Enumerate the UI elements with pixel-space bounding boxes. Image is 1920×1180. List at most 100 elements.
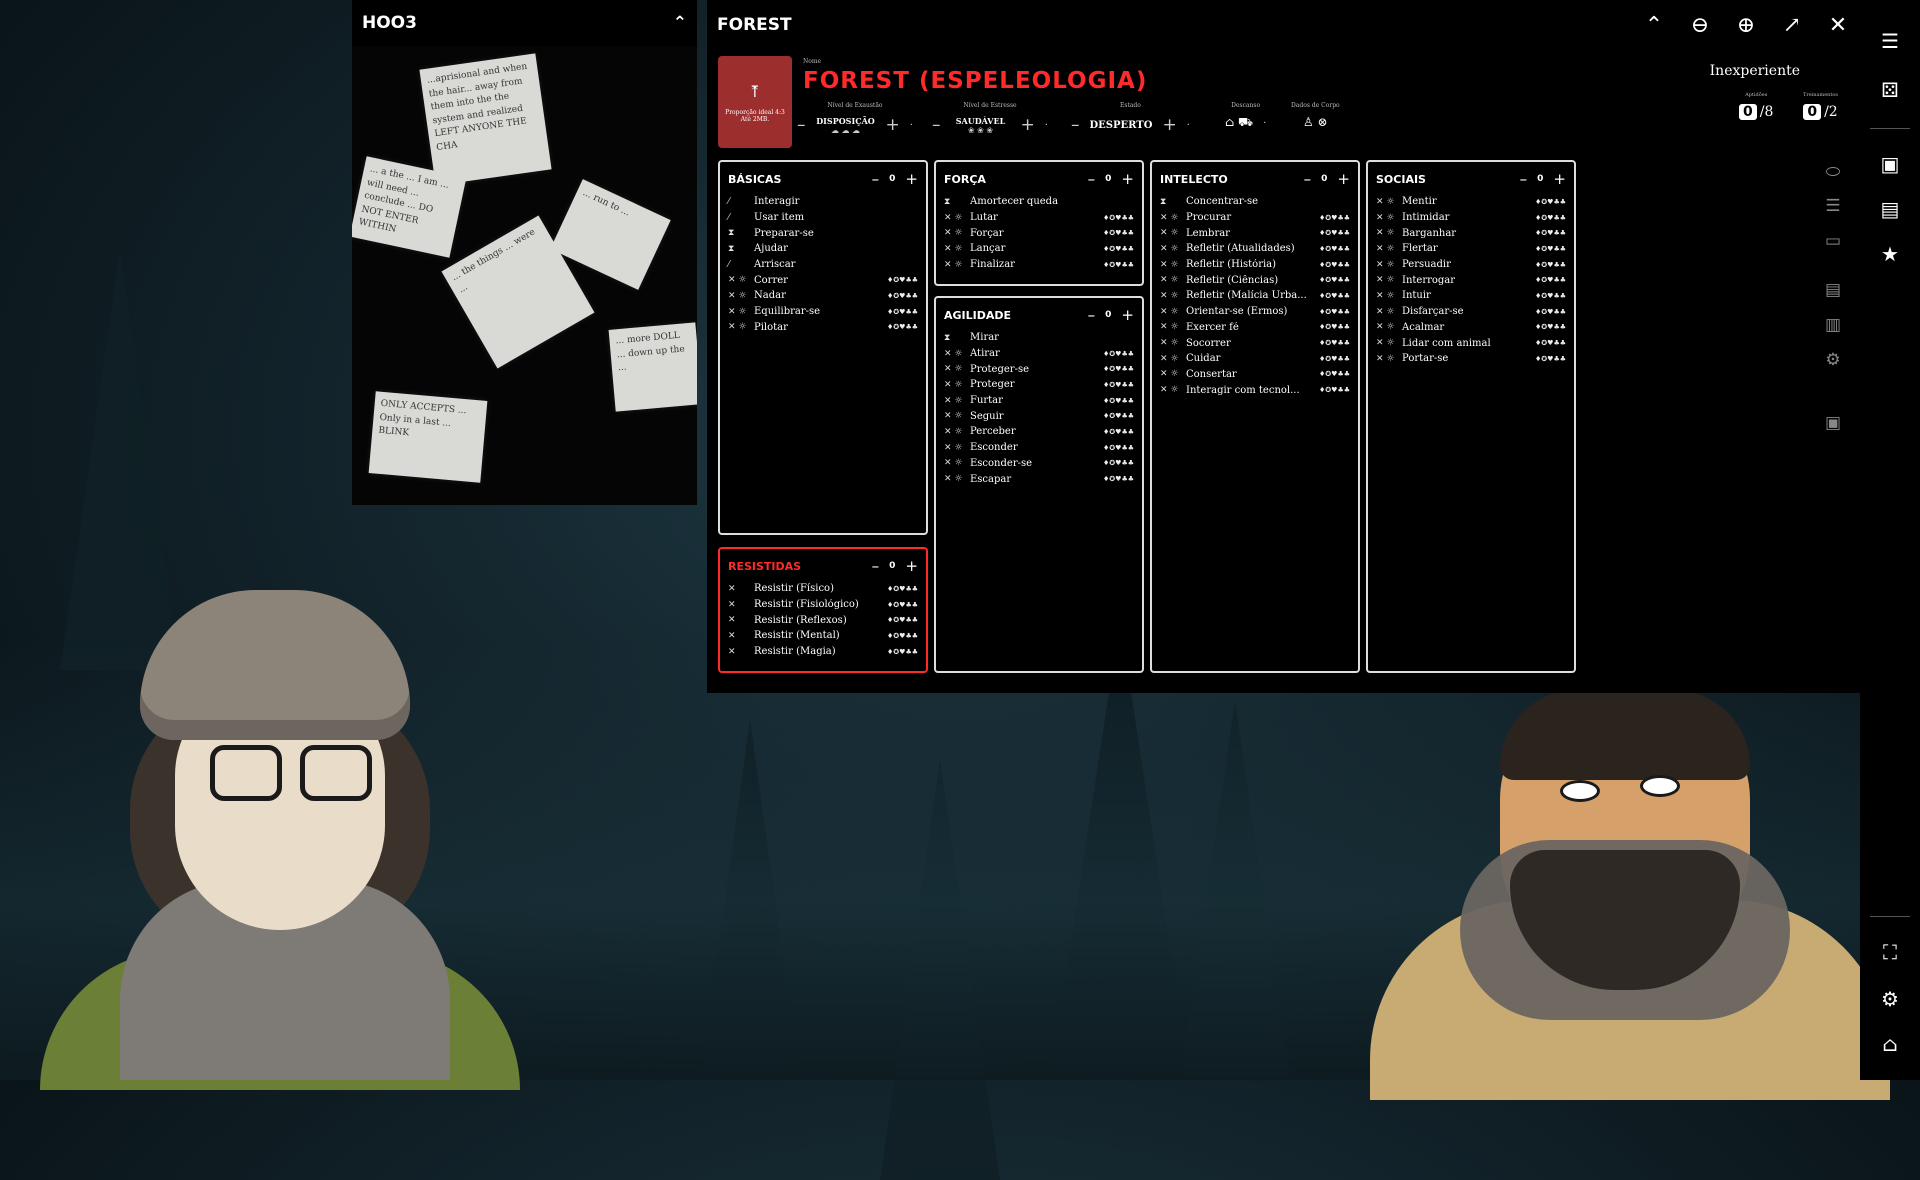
skill-row[interactable]: ✕ Resistir (Fisiológico) ♦✪♥♣♣: [728, 597, 918, 613]
skill-row[interactable]: ✕ ☼ Intuir ♦✪♥♣♣: [1376, 288, 1566, 304]
skill-dice[interactable]: ♦✪♥♣♣: [1103, 444, 1134, 452]
skill-row[interactable]: ✕ ☼ Refletir (História) ♦✪♥♣♣: [1160, 257, 1350, 273]
skill-row[interactable]: ✕ ☼ Exercer fé ♦✪♥♣♣: [1160, 320, 1350, 336]
skill-row[interactable]: ⧗ Concentrar-se: [1160, 194, 1350, 210]
skill-row[interactable]: ✕ ☼ Lutar ♦✪♥♣♣: [944, 210, 1134, 226]
skill-row[interactable]: ✕ Resistir (Reflexos) ♦✪♥♣♣: [728, 612, 918, 628]
skill-row[interactable]: ✕ ☼ Barganhar ♦✪♥♣♣: [1376, 225, 1566, 241]
decrease-button[interactable]: –: [1088, 306, 1096, 324]
state-minus-button[interactable]: –: [1071, 115, 1080, 135]
skill-row[interactable]: ✕ ☼ Disfarçar-se ♦✪♥♣♣: [1376, 304, 1566, 320]
skill-row[interactable]: ✕ ☼ Perceber ♦✪♥♣♣: [944, 424, 1134, 440]
skill-row[interactable]: ✕ ☼ Mentir ♦✪♥♣♣: [1376, 194, 1566, 210]
skill-row[interactable]: ✕ ☼ Acalmar ♦✪♥♣♣: [1376, 320, 1566, 336]
portrait-upload-button[interactable]: ⤒ Proporção ideal 4:3 Até 2MB.: [718, 56, 792, 148]
document-icon[interactable]: ▤: [1822, 280, 1844, 300]
skill-dice[interactable]: ♦✪♥♣♣: [1319, 386, 1350, 394]
increase-button[interactable]: +: [905, 170, 918, 188]
skill-row[interactable]: ✕ ☼ Proteger ♦✪♥♣♣: [944, 377, 1134, 393]
skill-dice[interactable]: ♦✪♥♣♣: [1535, 276, 1566, 284]
skill-row[interactable]: ✕ ☼ Proteger-se ♦✪♥♣♣: [944, 361, 1134, 377]
skill-dice[interactable]: ♦✪♥♣♣: [1103, 428, 1134, 436]
skill-row[interactable]: ✕ ☼ Furtar ♦✪♥♣♣: [944, 393, 1134, 409]
skill-row[interactable]: ✕ ☼ Atirar ♦✪♥♣♣: [944, 346, 1134, 362]
skill-dice[interactable]: ♦✪♥♣♣: [1103, 381, 1134, 389]
gear-icon[interactable]: ⚙: [1876, 985, 1904, 1013]
skill-dice[interactable]: ♦✪♥♣♣: [1535, 355, 1566, 363]
skill-dice[interactable]: ♦✪♥♣♣: [1103, 214, 1134, 222]
skill-row[interactable]: ⧗ Preparar-se: [728, 225, 918, 241]
list-icon[interactable]: ☰: [1822, 196, 1844, 216]
skill-dice[interactable]: ♦✪♥♣♣: [1535, 323, 1566, 331]
exhaustion-minus-button[interactable]: –: [797, 115, 806, 135]
skill-row[interactable]: ✕ ☼ Nadar ♦✪♥♣♣: [728, 288, 918, 304]
skill-dice[interactable]: ♦✪♥♣♣: [1103, 475, 1134, 483]
skill-row[interactable]: ✕ ☼ Equilibrar-se ♦✪♥♣♣: [728, 304, 918, 320]
skill-dice[interactable]: ♦✪♥♣♣: [1103, 229, 1134, 237]
skill-dice[interactable]: ♦✪♥♣♣: [887, 292, 918, 300]
skill-row[interactable]: ⧗ Mirar: [944, 330, 1134, 346]
increase-button[interactable]: +: [1121, 306, 1134, 324]
settings-icon[interactable]: ⚙: [1822, 350, 1844, 370]
decrease-button[interactable]: –: [1088, 170, 1096, 188]
skill-row[interactable]: ✕ ☼ Lidar com animal ♦✪♥♣♣: [1376, 335, 1566, 351]
skill-row[interactable]: ✕ Resistir (Magia) ♦✪♥♣♣: [728, 644, 918, 660]
skill-dice[interactable]: ♦✪♥♣♣: [1535, 198, 1566, 206]
skill-row[interactable]: ✕ ☼ Refletir (Ciências) ♦✪♥♣♣: [1160, 272, 1350, 288]
skill-row[interactable]: ✕ Resistir (Físico) ♦✪♥♣♣: [728, 581, 918, 597]
skill-dice[interactable]: ♦✪♥♣♣: [1319, 339, 1350, 347]
aptitudes-value[interactable]: 0: [1739, 104, 1757, 120]
dice-icon[interactable]: ⚄: [1876, 76, 1904, 104]
skill-row[interactable]: ✕ ☼ Socorrer ♦✪♥♣♣: [1160, 335, 1350, 351]
skill-row[interactable]: ✕ ☼ Lembrar ♦✪♥♣♣: [1160, 225, 1350, 241]
close-icon[interactable]: ✕: [1826, 13, 1850, 38]
skill-dice[interactable]: ♦✪♥♣♣: [1319, 355, 1350, 363]
skill-dice[interactable]: ♦✪♥♣♣: [1103, 412, 1134, 420]
increase-button[interactable]: +: [905, 557, 918, 575]
skill-dice[interactable]: ♦✪♥♣♣: [1319, 292, 1350, 300]
skill-row[interactable]: ✕ ☼ Lançar ♦✪♥♣♣: [944, 241, 1134, 257]
character-name[interactable]: FOREST (ESPELEOLOGIA): [803, 68, 1147, 94]
skill-dice[interactable]: ♦✪♥♣♣: [1319, 308, 1350, 316]
skill-row[interactable]: ✕ ☼ Refletir (Atualidades) ♦✪♥♣♣: [1160, 241, 1350, 257]
skill-dice[interactable]: ♦✪♥♣♣: [1103, 350, 1134, 358]
skill-row[interactable]: ✕ ☼ Procurar ♦✪♥♣♣: [1160, 210, 1350, 226]
home-icon[interactable]: ⌂: [1876, 1030, 1904, 1058]
skill-row[interactable]: ✕ ☼ Interrogar ♦✪♥♣♣: [1376, 272, 1566, 288]
skill-row[interactable]: ✕ ☼ Intimidar ♦✪♥♣♣: [1376, 210, 1566, 226]
rest-icon[interactable]: ⌂ ⛟: [1225, 115, 1253, 131]
state-plus-button[interactable]: +: [1162, 115, 1176, 135]
fullscreen-icon[interactable]: ⛶: [1876, 938, 1904, 966]
trainings-value[interactable]: 0: [1803, 104, 1822, 120]
decrease-button[interactable]: –: [872, 170, 880, 188]
skill-dice[interactable]: ♦✪♥♣♣: [1103, 365, 1134, 373]
increase-button[interactable]: +: [1553, 170, 1566, 188]
skill-dice[interactable]: ♦✪♥♣♣: [1535, 261, 1566, 269]
skill-dice[interactable]: ♦✪♥♣♣: [1319, 261, 1350, 269]
skill-dice[interactable]: ♦✪♥♣♣: [1535, 308, 1566, 316]
skill-dice[interactable]: ♦✪♥♣♣: [1535, 214, 1566, 222]
skill-dice[interactable]: ♦✪♥♣♣: [887, 648, 918, 656]
skill-dice[interactable]: ♦✪♥♣♣: [1319, 276, 1350, 284]
open-external-icon[interactable]: ↗: [1780, 13, 1804, 38]
skill-row[interactable]: ⁄ Interagir: [728, 194, 918, 210]
skill-row[interactable]: ✕ ☼ Persuadir ♦✪♥♣♣: [1376, 257, 1566, 273]
skill-dice[interactable]: ♦✪♥♣♣: [887, 323, 918, 331]
decrease-button[interactable]: –: [1520, 170, 1528, 188]
exhaustion-plus-button[interactable]: +: [886, 115, 900, 135]
skill-row[interactable]: ✕ ☼ Escapar ♦✪♥♣♣: [944, 471, 1134, 487]
skill-dice[interactable]: ♦✪♥♣♣: [887, 601, 918, 609]
inventory-icon[interactable]: ▭: [1822, 231, 1844, 251]
toggle-icon[interactable]: ⬭: [1822, 162, 1844, 182]
decrease-button[interactable]: –: [872, 557, 880, 575]
skill-row[interactable]: ✕ ☼ Forçar ♦✪♥♣♣: [944, 225, 1134, 241]
skill-row[interactable]: ⁄ Arriscar: [728, 257, 918, 273]
star-icon[interactable]: ★: [1876, 240, 1904, 268]
skill-dice[interactable]: ♦✪♥♣♣: [1319, 323, 1350, 331]
skill-dice[interactable]: ♦✪♥♣♣: [887, 616, 918, 624]
skill-dice[interactable]: ♦✪♥♣♣: [1535, 229, 1566, 237]
skill-row[interactable]: ⧗ Amortecer queda: [944, 194, 1134, 210]
skill-dice[interactable]: ♦✪♥♣♣: [887, 276, 918, 284]
zoom-in-icon[interactable]: ⊕: [1734, 13, 1758, 38]
skill-row[interactable]: ⧗ Ajudar: [728, 241, 918, 257]
